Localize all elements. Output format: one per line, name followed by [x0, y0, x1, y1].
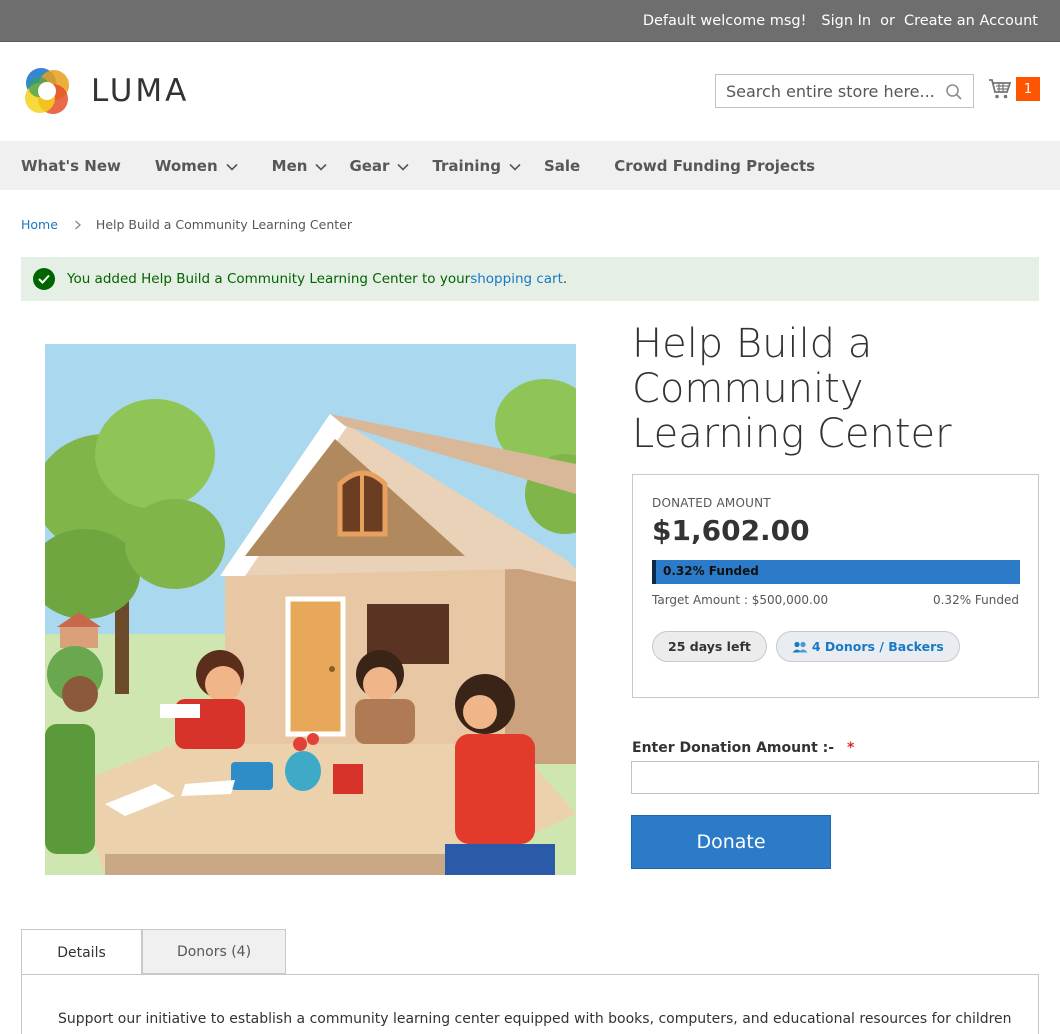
- message-text: You added Help Build a Community Learnin…: [67, 271, 471, 287]
- or-separator: or: [880, 12, 895, 29]
- product-image[interactable]: [45, 344, 576, 875]
- message-suffix: .: [562, 271, 568, 287]
- sign-in-link[interactable]: Sign In: [821, 13, 871, 29]
- nav-item-label: Crowd Funding Projects: [614, 156, 816, 175]
- nav-item-gear[interactable]: Gear: [349, 156, 410, 175]
- nav-item-men[interactable]: Men: [272, 157, 328, 175]
- donation-amount-input[interactable]: [631, 761, 1039, 794]
- search-box: [715, 74, 974, 108]
- funded-percent: 0.32% Funded: [932, 593, 1019, 607]
- chevron-down-icon: [509, 163, 521, 171]
- people-icon: [792, 641, 808, 652]
- donated-amount-value: $1,602.00: [652, 514, 810, 547]
- nav-item-training[interactable]: Training: [432, 156, 521, 175]
- donated-amount-label: DONATED AMOUNT: [652, 496, 771, 510]
- create-account-link[interactable]: Create an Account: [904, 13, 1038, 29]
- cart-count-badge: 1: [1016, 77, 1040, 101]
- target-amount: Target Amount : $500,000.00: [652, 593, 829, 607]
- logo-text: LUMA: [91, 73, 190, 109]
- nav-item-label: Women: [154, 156, 218, 175]
- donors-text: 4 Donors / Backers: [811, 639, 944, 654]
- breadcrumb: Home Help Build a Community Learning Cen…: [21, 217, 352, 232]
- chevron-right-icon: [74, 220, 81, 229]
- success-message: You added Help Build a Community Learnin…: [21, 257, 1039, 301]
- main-navigation: What's New Women Men Gear Training Sale …: [0, 141, 1060, 190]
- nav-item-label: What's New: [21, 156, 121, 175]
- days-left-badge: 25 days left: [652, 631, 767, 662]
- cart-icon: [989, 79, 1012, 99]
- donors-badge[interactable]: 4 Donors / Backers: [775, 631, 960, 662]
- tab-description: Support our initiative to establish a co…: [58, 1011, 1012, 1027]
- tab-details[interactable]: Details: [21, 929, 142, 975]
- donation-amount-label: Enter Donation Amount :- *: [632, 740, 854, 756]
- funding-box: DONATED AMOUNT $1,602.00 0.32% Funded Ta…: [632, 474, 1039, 698]
- search-input[interactable]: [716, 75, 973, 107]
- nav-item-label: Gear: [349, 156, 390, 175]
- breadcrumb-current: Help Build a Community Learning Center: [95, 217, 353, 232]
- breadcrumb-home[interactable]: Home: [21, 217, 58, 232]
- check-circle-icon: [33, 268, 55, 290]
- luma-logo-icon: [25, 68, 69, 114]
- donate-button[interactable]: Donate: [631, 815, 831, 869]
- nav-item-crowd-funding[interactable]: Crowd Funding Projects: [614, 157, 815, 175]
- minicart[interactable]: 1: [988, 77, 1040, 101]
- logo[interactable]: LUMA: [21, 65, 189, 117]
- nav-item-label: Training: [432, 156, 501, 175]
- nav-item-women[interactable]: Women: [155, 157, 238, 175]
- shopping-cart-link[interactable]: shopping cart: [470, 271, 563, 287]
- donation-label-text: Enter Donation Amount :-: [632, 740, 835, 756]
- days-left-text: 25 days left: [668, 639, 751, 654]
- nav-item-label: Sale: [543, 156, 581, 175]
- tab-donors[interactable]: Donors (4): [142, 929, 286, 974]
- welcome-message: Default welcome msg!: [642, 12, 807, 29]
- header: LUMA 1: [0, 42, 1060, 141]
- funding-badges: 25 days left 4 Donors / Backers: [652, 631, 1019, 662]
- chevron-down-icon: [397, 163, 410, 171]
- funding-progress-label: 0.32% Funded: [663, 564, 759, 578]
- nav-item-sale[interactable]: Sale: [544, 157, 580, 175]
- product-title: Help Build a Community Learning Center: [632, 321, 952, 457]
- top-panel: Default welcome msg! Sign In or Create a…: [0, 0, 1060, 42]
- funding-progress-bar: 0.32% Funded: [652, 560, 1020, 584]
- nav-item-whats-new[interactable]: What's New: [21, 157, 121, 175]
- funding-meta: Target Amount : $500,000.00 0.32% Funded: [652, 593, 1019, 607]
- search-icon[interactable]: [945, 83, 963, 101]
- community-center-illustration: [45, 344, 576, 875]
- required-marker: *: [846, 740, 855, 756]
- chevron-down-icon: [315, 163, 328, 171]
- nav-item-label: Men: [271, 156, 308, 175]
- chevron-down-icon: [226, 163, 238, 171]
